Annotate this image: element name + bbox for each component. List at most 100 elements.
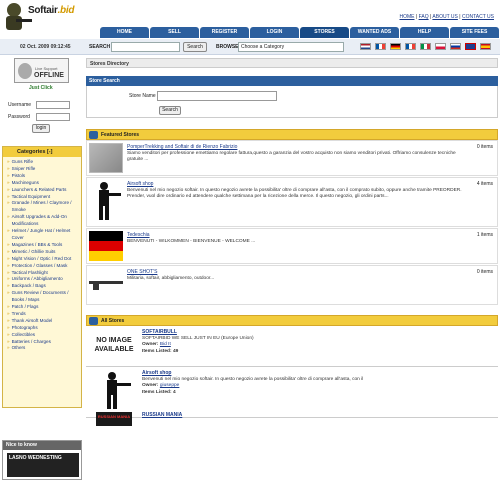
just-click-link[interactable]: Just Click [29,85,53,91]
store-name-input[interactable] [157,91,277,101]
category-item[interactable]: » Uniforms / Abbigliamento [7,276,79,283]
info-bar: 02 Oct. 2009 09:12:45 SEARCH Search BROW… [0,39,500,55]
logo-text: Softair.bid [28,5,74,16]
featured-store-name[interactable]: Airsoft shop [127,181,153,187]
live-support-box[interactable]: Live Support OFFLINE [14,58,69,83]
featured-store-thumbnail[interactable] [89,231,123,261]
toplink-faq[interactable]: FAQ [419,14,429,20]
store-search-button[interactable]: Search [159,106,181,115]
featured-stores-header: Featured Stores [86,129,498,140]
bullet-icon: » [7,159,10,164]
rifle-icon [89,281,123,290]
nav-stores[interactable]: STORES [300,27,349,38]
bullet-icon: » [7,310,10,316]
store-name[interactable]: RUSSIAN MANIA [142,412,182,418]
nav-wanted-ads[interactable]: WANTED ADS [350,27,399,38]
store-thumbnail[interactable]: NO IMAGE AVAILABLE [94,329,134,363]
featured-store-thumbnail[interactable] [89,180,123,222]
all-stores-header: All Stores [86,315,498,326]
featured-stores-icon [89,131,98,139]
flag-de-icon[interactable] [390,43,401,50]
store-name[interactable]: SOFTAIRBULL [142,329,177,335]
toplink-home[interactable]: HOME [400,14,415,20]
category-item[interactable]: » Patch / Flags [7,304,79,311]
flag-pl-icon[interactable] [435,43,446,50]
toplink-contact[interactable]: CONTACT US [462,14,494,20]
category-item[interactable]: » Trends [7,311,79,318]
main-nav: HOME SELL REGISTER LOGIN STORES WANTED A… [100,27,500,38]
flag-nl-icon[interactable] [360,43,371,50]
store-name[interactable]: Airsoft shop [142,370,171,376]
category-item[interactable]: » Night Vision / Optic / Red Dot [7,256,79,263]
featured-store-name[interactable]: ONE SHOT'S [127,269,157,275]
category-item[interactable]: » Airsoft Upgrades & Add-On Modifications [7,214,79,228]
category-item[interactable]: » Others [7,345,79,352]
search-input[interactable] [111,42,180,52]
store-owner-link[interactable]: Bid It [160,342,171,347]
featured-store-name[interactable]: Tedeschia [127,232,150,238]
category-item[interactable]: » Batteries / Charges [7,339,79,346]
site-logo[interactable]: Softair.bid [2,1,84,35]
featured-store-thumbnail[interactable] [89,268,123,298]
nav-sell[interactable]: SELL [150,27,199,38]
category-item[interactable]: » Granade / Mines / Claymore / Smoke [7,200,79,214]
nav-register[interactable]: REGISTER [200,27,249,38]
flag-fr-icon[interactable] [375,43,386,50]
flag-gb-icon[interactable] [465,43,476,50]
categories-header[interactable]: Categories [-] [3,147,81,157]
category-item[interactable]: » Tactical Equipment [7,194,79,201]
category-item[interactable]: » Helmet / Jungle Hat / Helmet Cover [7,228,79,242]
featured-store-name[interactable]: PomperTrekking and Softair di de Rienzo … [127,144,237,150]
category-label: Protection / Glasses / Mask [11,262,68,268]
category-item[interactable]: » Sniper Rifle [7,166,79,173]
category-item[interactable]: » Backpack / Bags [7,283,79,290]
store-items-line: Items Listed: 4 [142,390,372,396]
flag-es-icon[interactable] [480,43,491,50]
owner-label: Owner: [142,383,159,389]
store-owner-link[interactable]: giuseppe [160,383,179,388]
nav-site-fees[interactable]: SITE FEES [450,27,499,38]
category-item[interactable]: » Mimetic / Ghillie Suits [7,249,79,256]
featured-store-thumbnail[interactable] [89,143,123,173]
category-item[interactable]: » Guns Review / Documents / Books / Maps [7,290,79,304]
store-thumbnail[interactable] [94,370,134,409]
featured-store: ONE SHOT'S 0 items Militaria, softair, a… [86,265,498,305]
store-name-label: Store Name [129,93,156,99]
nav-login[interactable]: LOGIN [250,27,299,38]
category-item[interactable]: » Thank Airsoft Model [7,318,79,325]
category-item[interactable]: » Photographs [7,325,79,332]
login-button[interactable]: login [32,124,50,133]
browse-category-select[interactable]: Choose a Category [238,42,344,52]
items-label: Items Listed: [142,389,172,395]
category-item[interactable]: » Magazines / BBs & Tools [7,242,79,249]
flag-it-icon[interactable] [420,43,431,50]
flag-fr2-icon[interactable] [405,43,416,50]
category-label: Granade / Mines / Claymore / Smoke [11,200,72,213]
categories-list: » Guns Rifle» Sniper Rifle» Pistols» Machine… [3,157,81,352]
username-field[interactable] [36,101,70,109]
category-label: Helmet / Jungle Hat / Helmet Cover [11,228,71,240]
category-item[interactable]: » Protection / Glasses / Mask [7,263,79,270]
nice-to-know-title: Nice to know [3,441,81,450]
category-item[interactable]: » Pistols [7,173,79,180]
categories-title: Categories [-] [17,149,53,155]
nav-home[interactable]: HOME [100,27,149,38]
nav-help[interactable]: HELP [400,27,449,38]
password-field[interactable] [36,113,70,121]
store-info: SOFTAIRBID WE SELL JUST IN EU (Europe Un… [142,336,372,355]
search-button[interactable]: Search [183,42,207,52]
featured-store: Tedeschia 1 items BENVENUTI - WILKOMMEN … [86,228,498,264]
browse-label: BROWSE [216,44,239,50]
bullet-icon: » [7,228,10,234]
category-item[interactable]: » Machineguns [7,180,79,187]
category-item[interactable]: » Collectibles [7,332,79,339]
toplink-about[interactable]: ABOUT US [432,14,457,20]
category-label: Others [11,345,26,351]
flag-ru-icon[interactable] [450,43,461,50]
category-item[interactable]: » Guns Rifle [7,159,79,166]
nice-to-know-banner[interactable]: LASNO WEDNESTING [7,453,79,477]
support-phone-icon [18,63,32,79]
featured-store-items: 0 items [476,269,493,275]
category-item[interactable]: » Tactical Flashlight [7,270,79,277]
category-item[interactable]: » Launchers & Related Parts [7,187,79,194]
